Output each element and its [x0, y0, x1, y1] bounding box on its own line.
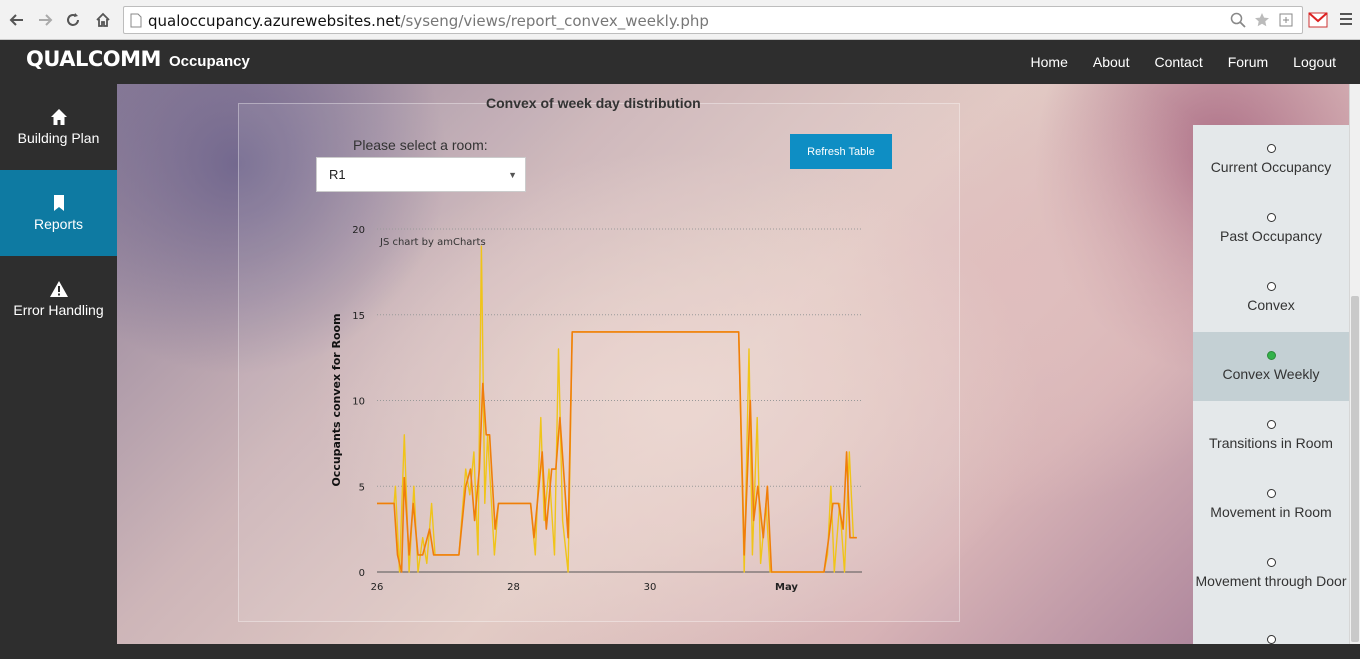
url-text: qualoccupancy.azurewebsites.net/syseng/v…: [148, 12, 709, 30]
sidebar-item-label: Building Plan: [17, 130, 100, 146]
chevron-down-icon: ▼: [508, 170, 517, 180]
nav-home[interactable]: Home: [1031, 54, 1068, 70]
sidebar-item-reports[interactable]: Reports: [0, 170, 117, 256]
extension-icon[interactable]: [1278, 12, 1294, 28]
menu-icon[interactable]: [1339, 12, 1353, 26]
report-item-label: Transitions in Room: [1209, 435, 1333, 451]
top-nav: Home About Contact Forum Logout: [1031, 54, 1336, 70]
radio-dot-icon: [1266, 635, 1276, 644]
report-item-movement-in-room[interactable]: Movement in Room: [1193, 470, 1349, 539]
report-item-current-occupancy[interactable]: Current Occupancy: [1193, 125, 1349, 194]
app-header: QUALCOMM Occupancy Home About Contact Fo…: [0, 40, 1360, 84]
scrollbar-thumb[interactable]: [1351, 296, 1359, 642]
bookmark-icon: [53, 195, 64, 211]
home-icon: [50, 109, 67, 125]
report-item-convex-weekly[interactable]: Convex Weekly: [1193, 332, 1349, 401]
sidebar-item-label: Reports: [33, 216, 84, 232]
report-item-label: Movement in Room: [1210, 504, 1332, 520]
gmail-icon[interactable]: [1308, 11, 1328, 29]
address-bar[interactable]: qualoccupancy.azurewebsites.net/syseng/v…: [123, 6, 1303, 34]
radio-dot-icon: [1266, 144, 1276, 153]
page-scrollbar[interactable]: [1349, 84, 1360, 644]
room-select-label: Please select a room:: [353, 137, 488, 153]
warning-icon: [49, 281, 68, 297]
report-item-past-occupancy[interactable]: Past Occupancy: [1193, 194, 1349, 263]
nav-contact[interactable]: Contact: [1154, 54, 1202, 70]
report-item-label: Convex Weekly: [1222, 366, 1320, 382]
back-arrow-icon[interactable]: [6, 9, 28, 31]
radio-dot-icon: [1266, 213, 1276, 222]
radio-dot-icon: [1266, 282, 1276, 291]
page-footer: [0, 644, 1360, 659]
radio-dot-icon: [1266, 420, 1276, 429]
sidebar-item-building-plan[interactable]: Building Plan: [0, 84, 117, 170]
report-item-label: Convex: [1247, 297, 1295, 313]
url-path: /syseng/views/report_convex_weekly.php: [400, 12, 709, 30]
browser-toolbar: qualoccupancy.azurewebsites.net/syseng/v…: [0, 0, 1360, 40]
nav-logout[interactable]: Logout: [1293, 54, 1336, 70]
app-name: Occupancy: [168, 53, 250, 70]
nav-forum[interactable]: Forum: [1228, 54, 1268, 70]
report-item-label: Past Occupancy: [1220, 228, 1322, 244]
right-sidebar: Current Occupancy Past Occupancy Convex …: [1193, 125, 1349, 644]
page-icon: [130, 13, 142, 28]
left-sidebar: Building Plan Reports Error Handling: [0, 84, 117, 644]
qualcomm-logo: QUALCOMM: [26, 47, 161, 71]
radio-dot-icon: [1266, 351, 1276, 360]
radio-dot-icon: [1266, 489, 1276, 498]
forward-arrow-icon[interactable]: [34, 9, 56, 31]
report-item-label: Current Occupancy: [1210, 159, 1332, 175]
report-item-label: Movement through Door: [1195, 573, 1347, 589]
room-select-value: R1: [329, 167, 346, 182]
nav-about[interactable]: About: [1093, 54, 1130, 70]
star-icon[interactable]: [1254, 12, 1270, 28]
radio-dot-icon: [1266, 558, 1276, 567]
report-item-transitions-in-room[interactable]: Transitions in Room: [1193, 401, 1349, 470]
sidebar-item-error-handling[interactable]: Error Handling: [0, 256, 117, 342]
home-icon[interactable]: [92, 9, 114, 31]
brand[interactable]: QUALCOMM Occupancy: [26, 47, 250, 71]
room-select[interactable]: R1 ▼: [316, 157, 526, 192]
report-item-movement-through-door[interactable]: Movement through Door: [1193, 539, 1349, 608]
sidebar-item-label: Error Handling: [13, 302, 104, 318]
report-item-convex[interactable]: Convex: [1193, 263, 1349, 332]
zoom-icon[interactable]: [1230, 12, 1246, 28]
reload-icon[interactable]: [62, 9, 84, 31]
panel-title: Convex of week day distribution: [486, 95, 701, 111]
refresh-table-button[interactable]: Refresh Table: [790, 134, 892, 169]
url-domain: qualoccupancy.azurewebsites.net: [148, 12, 401, 30]
